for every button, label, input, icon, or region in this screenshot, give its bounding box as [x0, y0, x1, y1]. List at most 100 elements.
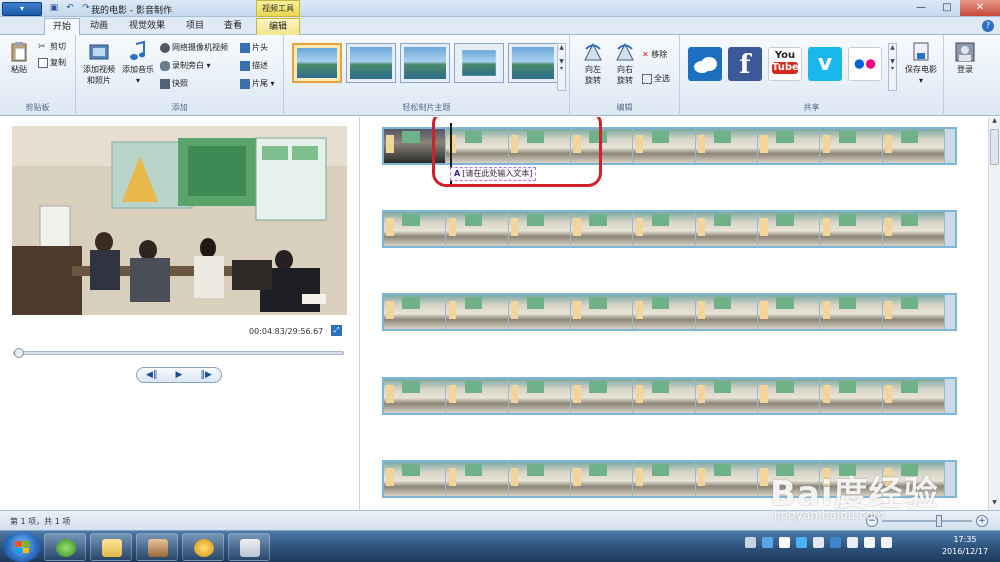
tab-project[interactable]: 项目	[178, 18, 212, 35]
rotate-right-label-1: 向右	[617, 65, 633, 74]
tray-keyboard-icon[interactable]	[745, 537, 756, 548]
add-video-photo-button[interactable]: 添加视频 和照片	[80, 41, 118, 86]
vimeo-icon[interactable]: v	[808, 47, 842, 81]
taskbar-paint[interactable]	[228, 533, 270, 561]
taskbar-movie-maker[interactable]	[136, 533, 178, 561]
help-icon[interactable]: ?	[982, 20, 994, 32]
sign-in-button[interactable]: 登录	[952, 41, 978, 75]
annotation-highlight-ring	[432, 117, 602, 187]
clip-strip-4[interactable]	[382, 377, 957, 415]
snapshot-button[interactable]: 快照	[160, 78, 188, 89]
narration-button[interactable]: 录制旁白 ▾	[160, 60, 211, 71]
clip-strip-3[interactable]	[382, 293, 957, 331]
skydrive-cloud-icon[interactable]	[688, 47, 722, 81]
credits-button[interactable]: 片尾 ▾	[240, 78, 275, 89]
webcam-button[interactable]: 网络摄像机视频	[160, 42, 228, 53]
scroll-up-icon[interactable]: ▲	[989, 117, 1000, 128]
tray-volume-icon[interactable]	[881, 537, 892, 548]
theme-thumb-5[interactable]	[508, 43, 558, 83]
scrollbar-thumb[interactable]	[990, 129, 999, 165]
tab-home[interactable]: 开始	[44, 18, 80, 35]
paste-button[interactable]: 粘贴	[6, 41, 32, 75]
tray-security-icon[interactable]	[830, 537, 841, 548]
undo-icon[interactable]: ↶	[64, 2, 76, 14]
add-video-photo-label-2: 和照片	[87, 76, 111, 85]
tray-chat-icon[interactable]	[796, 537, 807, 548]
rotate-left-button[interactable]: 向左 旋转	[578, 41, 608, 86]
tray-shield-icon[interactable]	[779, 537, 790, 548]
save-movie-icon	[913, 42, 929, 61]
windows-flag-icon	[15, 541, 29, 553]
tray-flag-icon[interactable]	[847, 537, 858, 548]
app-menu-button[interactable]: ▾	[2, 2, 42, 16]
cut-label: 剪切	[50, 42, 66, 51]
paste-label: 粘贴	[11, 65, 27, 74]
taskbar-app-4[interactable]	[182, 533, 224, 561]
quick-access-toolbar: ▣ ↶ ↷	[48, 2, 92, 14]
tab-animations[interactable]: 动画	[82, 18, 116, 35]
add-music-button[interactable]: 添加音乐 ▾	[120, 41, 156, 86]
share-gallery-scroll[interactable]: ▲ ▼ ▾	[888, 43, 897, 91]
tray-signal-icon[interactable]	[864, 537, 875, 548]
title-bar: ▾ ▣ ↶ ↷ 我的电影 - 影音制作 视频工具 — □ ✕	[0, 0, 1000, 17]
copy-button[interactable]: 复制	[38, 57, 66, 68]
seek-thumb[interactable]	[14, 348, 24, 358]
rotate-right-button[interactable]: 向右 旋转	[610, 41, 640, 86]
edit-group-label: 编辑	[616, 103, 633, 112]
caption-button[interactable]: 描述	[240, 60, 268, 71]
clipboard-group-label: 剪贴板	[25, 103, 50, 112]
next-frame-icon[interactable]: ‖▶	[201, 370, 212, 380]
tab-view[interactable]: 查看	[216, 18, 250, 35]
item-count: 第 1 项，共 1 项	[10, 517, 71, 526]
facebook-icon[interactable]: f	[728, 47, 762, 81]
taskbar-clock[interactable]: 17:35 2016/12/17	[938, 534, 992, 558]
scroll-down-icon[interactable]: ▼	[989, 499, 1000, 510]
tray-network-icon[interactable]	[813, 537, 824, 548]
zoom-slider[interactable]: − +	[856, 514, 992, 528]
system-tray	[745, 537, 892, 548]
video-preview[interactable]	[12, 126, 347, 315]
theme-thumb-1[interactable]	[292, 43, 342, 83]
youtube-icon[interactable]: You Tube	[768, 47, 802, 81]
save-icon[interactable]: ▣	[48, 2, 60, 14]
fullscreen-expand-icon[interactable]: ⤢	[331, 325, 342, 336]
group-share: f You Tube v ▲ ▼ ▾ 保存电影 ▾ 共享	[680, 35, 944, 116]
tab-edit[interactable]: 编辑	[256, 18, 300, 35]
close-button[interactable]: ✕	[960, 0, 1000, 16]
start-button[interactable]	[3, 532, 41, 562]
zoom-in-icon[interactable]: +	[976, 515, 988, 527]
theme-thumb-2[interactable]	[346, 43, 396, 83]
clip-strip-5[interactable]	[382, 460, 957, 498]
taskbar-media-player[interactable]	[44, 533, 86, 561]
flickr-icon[interactable]	[848, 47, 882, 81]
zoom-out-icon[interactable]: −	[866, 515, 878, 527]
taskbar-explorer[interactable]	[90, 533, 132, 561]
select-all-icon	[642, 73, 652, 84]
camera-icon	[160, 78, 170, 89]
theme-thumb-4[interactable]	[454, 43, 504, 83]
caption-label: 描述	[252, 61, 268, 70]
maximize-button[interactable]: □	[934, 0, 960, 16]
previous-frame-icon[interactable]: ◀‖	[146, 370, 157, 380]
remove-button[interactable]: ✕ 移除	[642, 49, 667, 60]
select-all-label: 全选	[654, 74, 670, 83]
select-all-button[interactable]: 全选	[642, 73, 670, 84]
theme-gallery-scroll[interactable]: ▲ ▼ ▾	[557, 43, 566, 91]
storyboard-scrollbar[interactable]: ▲ ▼	[988, 117, 1000, 510]
seek-slider[interactable]	[13, 348, 344, 358]
user-icon	[955, 42, 975, 62]
cut-button[interactable]: ✂ 剪切	[38, 41, 66, 52]
theme-thumb-3[interactable]	[400, 43, 450, 83]
webcam-label: 网络摄像机视频	[172, 43, 228, 52]
snapshot-label: 快照	[172, 79, 188, 88]
title-label: 片头	[252, 43, 268, 52]
tab-visual-effects[interactable]: 视觉效果	[120, 18, 174, 35]
tray-sync-icon[interactable]	[762, 537, 773, 548]
zoom-knob[interactable]	[936, 515, 942, 527]
save-movie-button[interactable]: 保存电影 ▾	[902, 41, 940, 86]
add-group-label: 添加	[171, 103, 188, 112]
minimize-button[interactable]: —	[908, 0, 934, 16]
clip-strip-2[interactable]	[382, 210, 957, 248]
title-button[interactable]: 片头	[240, 42, 268, 53]
play-icon[interactable]: ▶	[176, 370, 183, 380]
